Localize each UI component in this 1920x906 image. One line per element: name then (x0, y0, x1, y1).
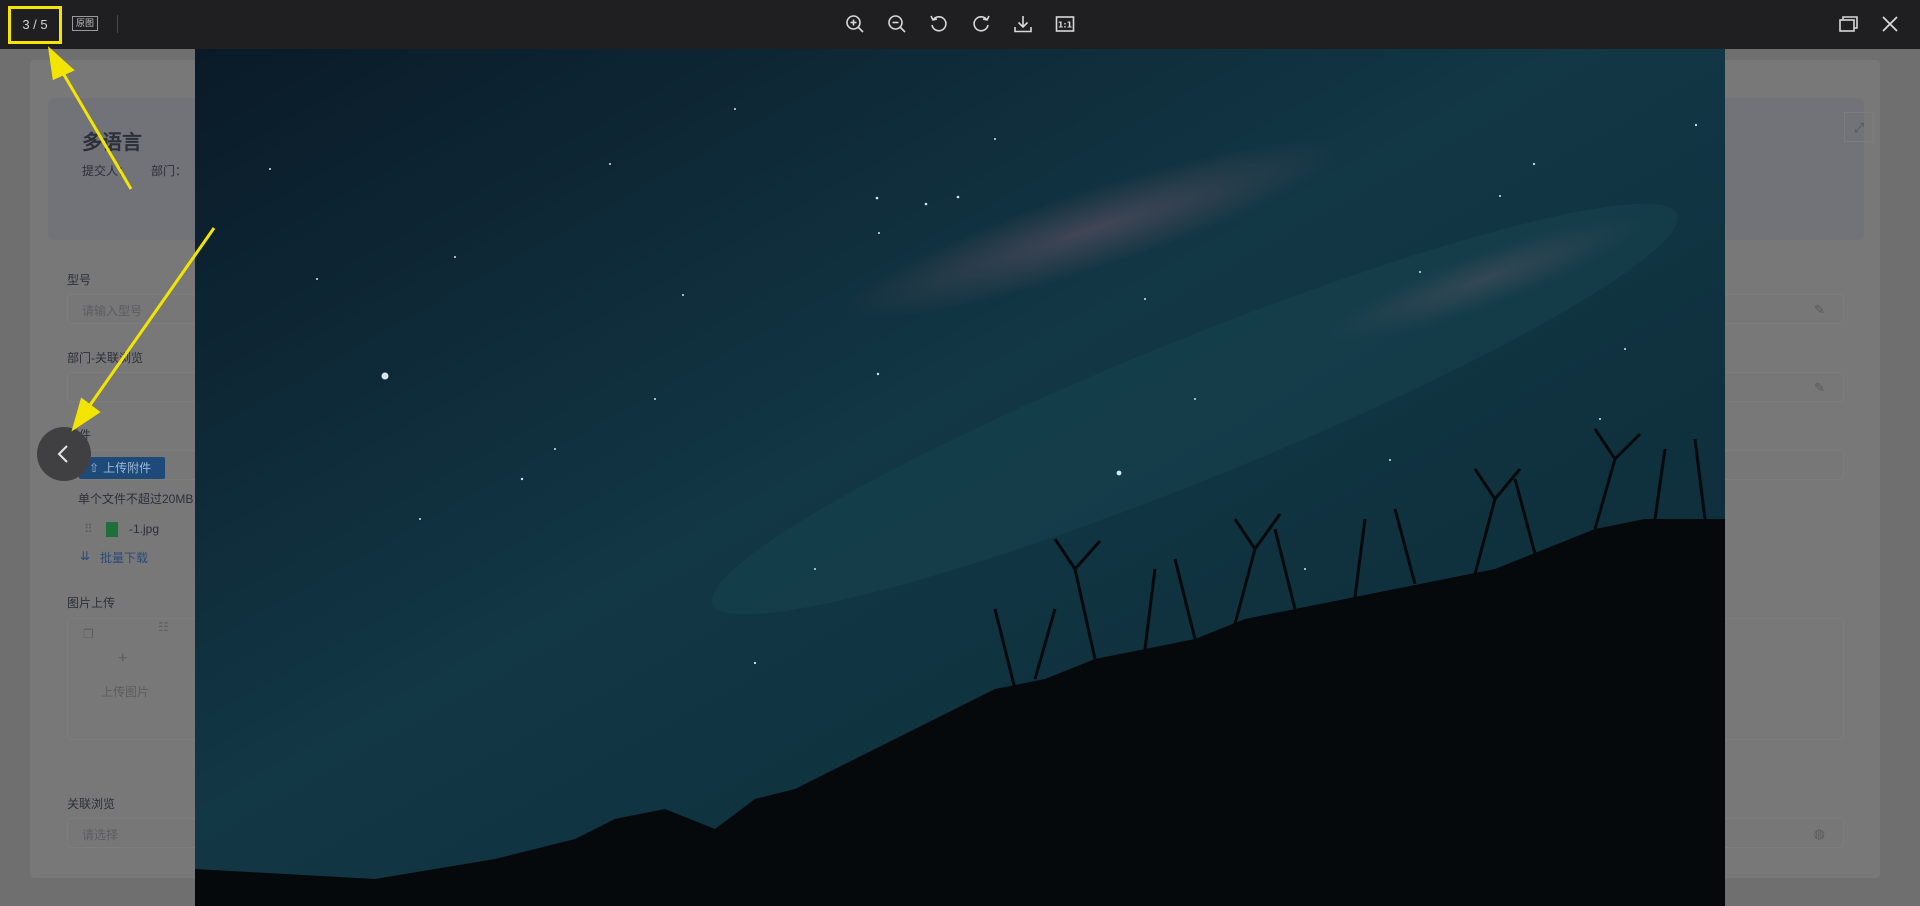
settings-icon[interactable]: ☷ (158, 620, 169, 634)
image-counter: 3 / 5 (8, 6, 62, 44)
file-name[interactable]: -1.jpg (129, 522, 159, 536)
chevron-left-icon (57, 445, 68, 463)
viewer-toolbar: 3 / 5 原图 1:1 (0, 0, 1920, 49)
model-label: 型号 (67, 273, 92, 287)
download-icon[interactable] (1011, 12, 1035, 36)
upload-hint: 单个文件不超过20MB (78, 492, 194, 506)
preview-image[interactable] (195, 49, 1725, 906)
plus-icon[interactable]: + (118, 650, 127, 668)
department-browse-label: 部门-关联浏览 (67, 351, 143, 365)
actual-size-icon[interactable]: 1:1 (1053, 12, 1077, 36)
close-icon[interactable] (1878, 12, 1902, 36)
previous-image-button[interactable] (37, 427, 91, 481)
batch-download-icon[interactable]: ⇊ (80, 549, 90, 563)
copy-icon[interactable]: ❐ (83, 627, 94, 641)
toolbar-divider (117, 15, 118, 33)
globe-icon: ◍ (1813, 826, 1825, 841)
model-placeholder: 请输入型号 (82, 304, 143, 318)
upload-attachment-label: 上传附件 (103, 461, 152, 475)
upload-image-button[interactable]: 上传图片 (101, 683, 149, 700)
zoom-out-icon[interactable] (885, 12, 909, 36)
edit-icon: ✎ (1814, 302, 1825, 317)
original-image-toggle[interactable]: 原图 (72, 16, 99, 31)
batch-download-link[interactable]: 批量下载 (100, 549, 148, 566)
restore-window-icon[interactable] (1836, 12, 1860, 36)
related-browse-label: 关联浏览 (67, 797, 116, 811)
department-label: 部门： (151, 164, 188, 178)
image-file-icon (106, 522, 118, 537)
related-browse-placeholder: 请选择 (82, 828, 119, 842)
actual-size-label: 1:1 (1058, 21, 1073, 30)
image-upload-label: 图片上传 (67, 596, 116, 610)
rotate-left-icon[interactable] (927, 12, 951, 36)
zoom-in-icon[interactable] (843, 12, 867, 36)
edit-icon: ✎ (1814, 380, 1825, 395)
upload-attachment-button[interactable]: ⇧ 上传附件 (79, 457, 165, 479)
submitter-label: 提交人： (82, 164, 131, 178)
upload-icon: ⇧ (89, 461, 100, 475)
rotate-right-icon[interactable] (969, 12, 993, 36)
drag-handle-icon[interactable]: ⠿ (84, 522, 93, 536)
fullscreen-icon[interactable]: ⤢ (1844, 112, 1874, 142)
night-sky-photo (195, 49, 1725, 906)
form-title: 多语言 (82, 132, 142, 154)
